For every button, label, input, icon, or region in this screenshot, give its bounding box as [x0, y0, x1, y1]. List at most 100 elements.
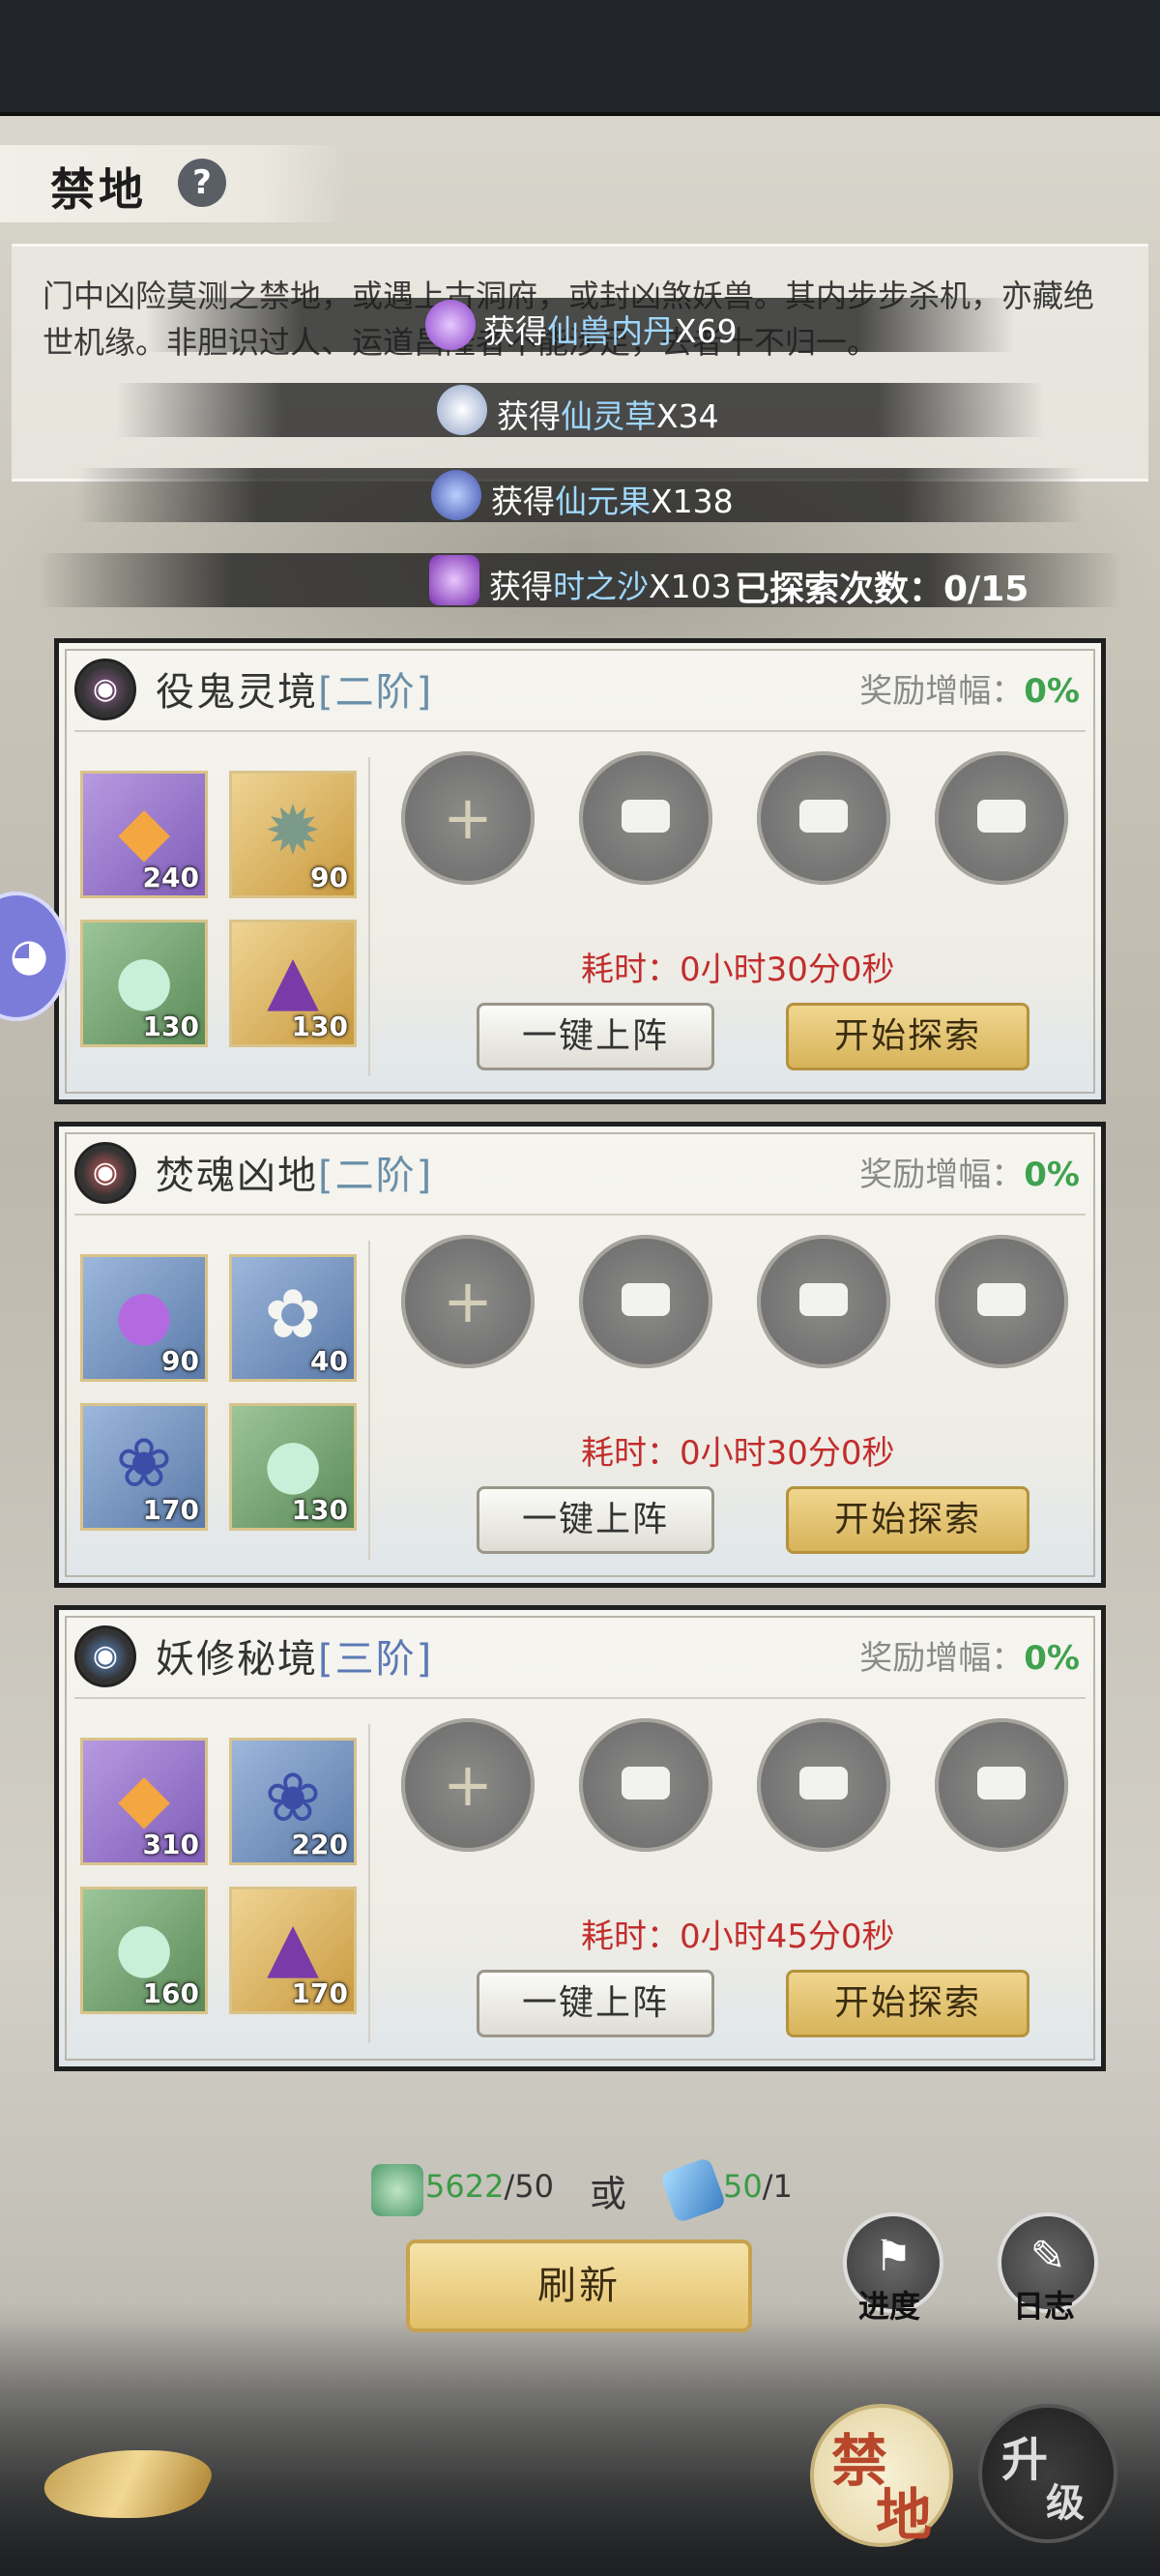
locked-slot[interactable]	[935, 1718, 1068, 1852]
material-count: 170	[142, 1494, 199, 1526]
reward-text: 获得仙元果X138	[491, 483, 734, 520]
immortal-fruit-icon	[431, 470, 481, 520]
reward-text: 获得仙兽内丹X69	[483, 312, 738, 350]
soul-fire-icon: ◉	[74, 1142, 136, 1204]
tab-upgrade[interactable]: 升 级	[978, 2404, 1117, 2543]
plus-icon: +	[443, 1749, 493, 1820]
locked-slot[interactable]	[579, 1235, 712, 1368]
beast-core-icon	[425, 300, 476, 350]
lock-icon	[977, 1767, 1026, 1800]
auto-deploy-button[interactable]: 一键上阵	[477, 1970, 714, 2037]
auto-deploy-button[interactable]: 一键上阵	[477, 1003, 714, 1070]
tab-forbidden-land[interactable]: 禁 地	[810, 2404, 953, 2548]
locked-slot[interactable]	[579, 1718, 712, 1852]
reward-bonus: 奖励增幅：0%	[859, 1639, 1080, 1678]
material-count: 170	[291, 1977, 348, 2009]
dungeon-card: ◉ 妖修秘境[三阶] 奖励增幅：0% ◆ 310 ❀ 220 ● 160 ▲ 170 +…	[54, 1605, 1106, 2071]
jade-cost: 5622/50	[425, 2168, 554, 2205]
reward-bonus: 奖励增幅：0%	[859, 1156, 1080, 1194]
material-slot[interactable]: ▲ 130	[229, 920, 357, 1047]
material-slot[interactable]: ● 160	[80, 1887, 208, 2014]
reward-text: 获得仙灵草X34	[497, 397, 719, 435]
log-label: 日志	[1012, 2288, 1075, 2325]
time-sand-icon	[429, 555, 479, 605]
help-icon[interactable]: ?	[178, 159, 226, 207]
spirit-grass-icon	[437, 385, 487, 435]
duration-text: 耗时：0小时30分0秒	[581, 1434, 895, 1473]
material-count: 160	[142, 1977, 199, 2009]
or-label: 或	[590, 2173, 627, 2215]
explore-count: 已探索次数：0/15	[735, 570, 1030, 609]
material-count: 130	[142, 1010, 199, 1042]
divider	[368, 1241, 370, 1560]
tab-char: 地	[876, 2482, 933, 2548]
material-slot[interactable]: ✿ 40	[229, 1254, 357, 1382]
divider	[368, 1724, 370, 2043]
ghost-realm-icon: ◉	[74, 659, 136, 720]
progress-label: 进度	[857, 2288, 920, 2325]
jade-token-icon	[371, 2164, 423, 2216]
lock-icon	[799, 800, 848, 833]
material-count: 90	[310, 862, 348, 893]
tab-char: 升	[1001, 2433, 1049, 2487]
auto-deploy-button[interactable]: 一键上阵	[477, 1486, 714, 1554]
plus-icon: +	[443, 782, 493, 853]
lock-icon	[622, 800, 670, 833]
locked-slot[interactable]	[757, 751, 890, 885]
divider	[74, 1214, 1086, 1215]
material-count: 220	[291, 1829, 348, 1860]
duration-text: 耗时：0小时45分0秒	[581, 1917, 895, 1956]
ticket-cost: 50/1	[723, 2168, 793, 2205]
material-count: 90	[161, 1345, 199, 1377]
lock-icon	[799, 1283, 848, 1316]
dungeon-card: ◉ 役鬼灵境[二阶] 奖励增幅：0% ◆ 240 ✹ 90 ● 130 ▲ 130 + …	[54, 638, 1106, 1104]
dungeon-name: 妖修秘境[三阶]	[156, 1637, 434, 1682]
material-slot[interactable]: ◆ 310	[80, 1738, 208, 1865]
page-title: 禁地	[50, 163, 147, 216]
lock-icon	[977, 1283, 1026, 1316]
material-slot[interactable]: ❀ 220	[229, 1738, 357, 1865]
lock-icon	[622, 1767, 670, 1800]
locked-slot[interactable]	[757, 1235, 890, 1368]
flag-icon: ⚑	[874, 2232, 913, 2281]
divider	[74, 730, 1086, 732]
add-hero-slot[interactable]: +	[401, 1718, 535, 1852]
locked-slot[interactable]	[935, 751, 1068, 885]
material-count: 240	[142, 862, 199, 893]
lock-icon	[799, 1767, 848, 1800]
locked-slot[interactable]	[579, 751, 712, 885]
duration-text: 耗时：0小时30分0秒	[581, 951, 895, 989]
locked-slot[interactable]	[757, 1718, 890, 1852]
start-explore-button[interactable]: 开始探索	[786, 1486, 1030, 1554]
dungeon-name: 役鬼灵境[二阶]	[156, 670, 434, 715]
material-slot[interactable]: ❀ 170	[80, 1403, 208, 1531]
refresh-button[interactable]: 刷新	[406, 2239, 752, 2332]
material-slot[interactable]: ◆ 240	[80, 771, 208, 898]
material-slot[interactable]: ● 130	[80, 920, 208, 1047]
top-bar	[0, 0, 1160, 116]
material-slot[interactable]: ● 130	[229, 1403, 357, 1531]
reward-text: 获得时之沙X103	[489, 568, 732, 605]
lock-icon	[622, 1283, 670, 1316]
add-hero-slot[interactable]: +	[401, 1235, 535, 1368]
material-slot[interactable]: ● 90	[80, 1254, 208, 1382]
material-count: 130	[291, 1494, 348, 1526]
material-count: 130	[291, 1010, 348, 1042]
gamepad-icon: ◕	[10, 928, 49, 981]
tab-char: 级	[1046, 2481, 1085, 2526]
locked-slot[interactable]	[935, 1235, 1068, 1368]
divider	[74, 1697, 1086, 1699]
material-slot[interactable]: ✹ 90	[229, 771, 357, 898]
divider	[368, 757, 370, 1076]
dungeon-name: 焚魂凶地[二阶]	[156, 1154, 434, 1198]
add-hero-slot[interactable]: +	[401, 751, 535, 885]
start-explore-button[interactable]: 开始探索	[786, 1003, 1030, 1070]
material-slot[interactable]: ▲ 170	[229, 1887, 357, 2014]
demon-realm-icon: ◉	[74, 1625, 136, 1687]
material-count: 40	[310, 1345, 348, 1377]
material-count: 310	[142, 1829, 199, 1860]
reward-bonus: 奖励增幅：0%	[859, 672, 1080, 711]
start-explore-button[interactable]: 开始探索	[786, 1970, 1030, 2037]
dungeon-card: ◉ 焚魂凶地[二阶] 奖励增幅：0% ● 90 ✿ 40 ❀ 170 ● 130 + 耗…	[54, 1122, 1106, 1588]
ticket-icon	[659, 2156, 727, 2224]
